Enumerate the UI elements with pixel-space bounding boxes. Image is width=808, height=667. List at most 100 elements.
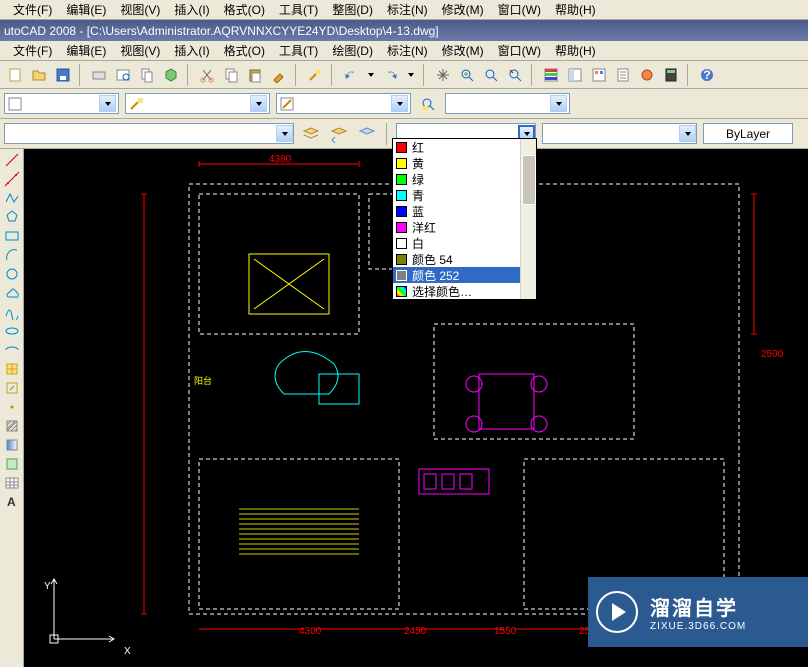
menu2-view[interactable]: 视图(V)	[114, 40, 166, 61]
zoom-realtime-icon[interactable]	[456, 64, 478, 86]
ellipsearc-icon[interactable]	[2, 341, 22, 359]
lineweight-display[interactable]: ByLayer	[703, 123, 793, 144]
linetype-control[interactable]	[125, 93, 270, 114]
color-item-cyan[interactable]: 青	[393, 187, 536, 203]
save-icon[interactable]	[52, 64, 74, 86]
zoom-prev-icon[interactable]	[504, 64, 526, 86]
toolpalettes-icon[interactable]	[588, 64, 610, 86]
watermark: 溜溜自学 ZIXUE.3D66.COM	[588, 577, 808, 647]
designcenter-icon[interactable]	[564, 64, 586, 86]
title-text: utoCAD 2008 - [C:\Users\Administrator.AQ…	[4, 24, 439, 38]
draw-toolbar: A	[0, 149, 24, 667]
redo-dropdown[interactable]	[404, 64, 418, 86]
point-icon[interactable]	[2, 398, 22, 416]
menu-format[interactable]: 格式(O)	[218, 0, 271, 20]
spline-icon[interactable]	[2, 303, 22, 321]
xline-icon[interactable]	[2, 170, 22, 188]
layer-control[interactable]	[4, 123, 294, 144]
revcloud-icon[interactable]	[2, 284, 22, 302]
color-item-white[interactable]: 白	[393, 235, 536, 251]
menu2-draw[interactable]: 绘图(D)	[326, 40, 379, 61]
plot-icon[interactable]	[88, 64, 110, 86]
color-item-select[interactable]: 选择颜色…	[393, 283, 536, 299]
pan-icon[interactable]	[432, 64, 454, 86]
menu2-file[interactable]: 文件(F)	[7, 40, 58, 61]
mtext-icon[interactable]: A	[2, 493, 22, 511]
color-item-252[interactable]: 颜色 252	[393, 267, 536, 283]
color-item-yellow[interactable]: 黄	[393, 155, 536, 171]
layer-manager-icon[interactable]	[300, 123, 322, 145]
color-item-54[interactable]: 颜色 54	[393, 251, 536, 267]
menu2-annotate[interactable]: 标注(N)	[381, 40, 434, 61]
separator	[331, 64, 335, 86]
menubar-top: 文件(F) 编辑(E) 视图(V) 插入(I) 格式(O) 工具(T) 整图(D…	[0, 0, 808, 20]
copy-icon[interactable]	[220, 64, 242, 86]
makeblock-icon[interactable]	[2, 379, 22, 397]
menu2-help[interactable]: 帮助(H)	[549, 40, 602, 61]
polygon-icon[interactable]	[2, 208, 22, 226]
menu-display[interactable]: 整图(D)	[326, 0, 379, 20]
room-balcony: 阳台	[194, 374, 212, 387]
menu-view[interactable]: 视图(V)	[114, 0, 166, 20]
lineweight-control[interactable]	[276, 93, 411, 114]
menu-modify[interactable]: 修改(M)	[436, 0, 490, 20]
menu2-format[interactable]: 格式(O)	[218, 40, 271, 61]
color-item-red[interactable]: 红	[393, 139, 536, 155]
blockeditor-icon[interactable]	[304, 64, 326, 86]
hatch-icon[interactable]	[2, 417, 22, 435]
table-icon[interactable]	[2, 474, 22, 492]
color-control[interactable]	[4, 93, 119, 114]
preview-icon[interactable]	[112, 64, 134, 86]
help-icon[interactable]: ?	[696, 64, 718, 86]
polyline-icon[interactable]	[2, 189, 22, 207]
matchprop-icon[interactable]	[268, 64, 290, 86]
markup-icon[interactable]	[636, 64, 658, 86]
undo-dropdown[interactable]	[364, 64, 378, 86]
zoom-window-icon[interactable]	[480, 64, 502, 86]
menu-edit[interactable]: 编辑(E)	[60, 0, 112, 20]
plotstyle-control[interactable]	[445, 93, 570, 114]
color-item-blue[interactable]: 蓝	[393, 203, 536, 219]
cut-icon[interactable]	[196, 64, 218, 86]
layer-prev-icon[interactable]	[328, 123, 350, 145]
redo-icon[interactable]	[380, 64, 402, 86]
menu-file[interactable]: 文件(F)	[7, 0, 58, 20]
menu2-modify[interactable]: 修改(M)	[436, 40, 490, 61]
quickcalc-icon[interactable]	[660, 64, 682, 86]
menu-help[interactable]: 帮助(H)	[549, 0, 602, 20]
watermark-title: 溜溜自学	[650, 592, 746, 621]
circle-icon[interactable]	[2, 265, 22, 283]
paste-icon[interactable]	[244, 64, 266, 86]
menu-annotate[interactable]: 标注(N)	[381, 0, 434, 20]
properties-toolbar	[0, 89, 808, 119]
dim-right: 2500	[761, 349, 783, 360]
line-icon[interactable]	[2, 151, 22, 169]
3d-icon[interactable]	[160, 64, 182, 86]
open-icon[interactable]	[28, 64, 50, 86]
color-item-green[interactable]: 绿	[393, 171, 536, 187]
sheetset-icon[interactable]	[612, 64, 634, 86]
dropdown-scrollbar[interactable]	[520, 139, 536, 299]
menu2-tools[interactable]: 工具(T)	[273, 40, 324, 61]
menu2-window[interactable]: 窗口(W)	[492, 40, 547, 61]
layer-states-icon[interactable]	[356, 123, 378, 145]
region-icon[interactable]	[2, 455, 22, 473]
separator	[187, 64, 191, 86]
menu-tools[interactable]: 工具(T)	[273, 0, 324, 20]
undo-icon[interactable]	[340, 64, 362, 86]
menu2-insert[interactable]: 插入(I)	[168, 40, 215, 61]
menu-window[interactable]: 窗口(W)	[492, 0, 547, 20]
properties-icon[interactable]	[540, 64, 562, 86]
rectangle-icon[interactable]	[2, 227, 22, 245]
plotstyle-icon[interactable]	[417, 93, 439, 115]
ellipse-icon[interactable]	[2, 322, 22, 340]
gradient-icon[interactable]	[2, 436, 22, 454]
publish-icon[interactable]	[136, 64, 158, 86]
insertblock-icon[interactable]	[2, 360, 22, 378]
linetype-combo[interactable]	[542, 123, 697, 144]
new-icon[interactable]	[4, 64, 26, 86]
arc-icon[interactable]	[2, 246, 22, 264]
menu2-edit[interactable]: 编辑(E)	[60, 40, 112, 61]
color-item-magenta[interactable]: 洋红	[393, 219, 536, 235]
menu-insert[interactable]: 插入(I)	[168, 0, 215, 20]
